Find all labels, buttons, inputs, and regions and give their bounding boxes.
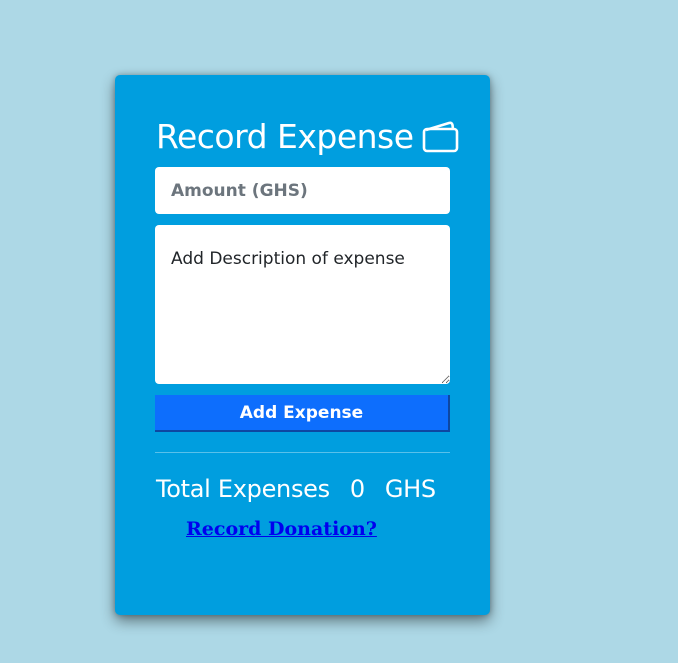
card-title-text: Record Expense [156,117,414,156]
card-title: Record Expense [156,117,460,157]
record-donation-link[interactable]: Record Donation? [186,518,377,540]
total-expenses: Total Expenses 0 GHS [156,473,436,505]
description-textarea[interactable] [155,225,450,384]
add-expense-button[interactable]: Add Expense [155,395,450,432]
wallet-icon [422,121,458,153]
total-expenses-currency: GHS [384,475,436,503]
amount-input[interactable] [155,167,450,214]
total-expenses-value: 0 [349,475,365,503]
total-expenses-label: Total Expenses [156,475,330,503]
divider [155,452,450,453]
expense-card: Record Expense Add Expense Total Expense… [115,75,490,615]
